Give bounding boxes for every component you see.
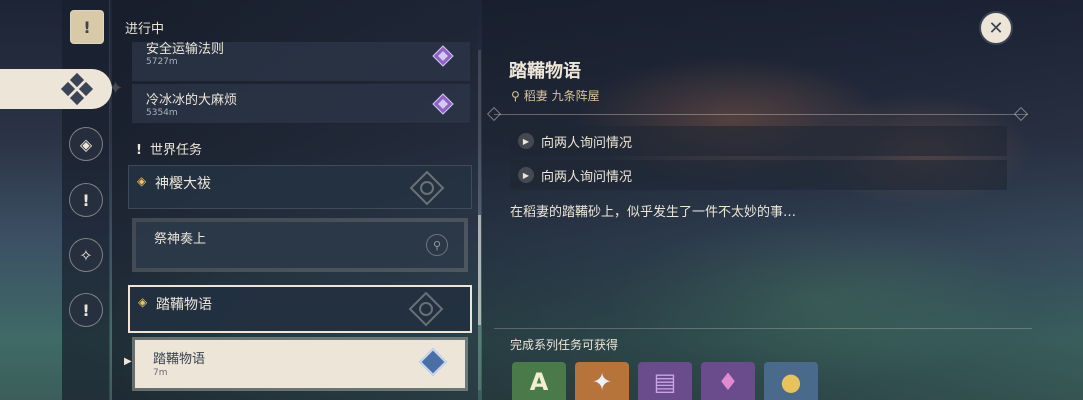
objective-text: 向两人询问情况 [541,170,633,185]
objective-row[interactable]: ▶ 向两人询问情况 [510,160,1007,190]
quest-group-title: 神樱大祓 [155,176,211,192]
play-icon: ▶ [518,133,534,149]
location-text: 稻妻 九条阵屋 [523,89,600,103]
quest-title: 安全运输法则 [146,42,225,57]
track-quest-icon[interactable] [418,347,448,377]
event-quest-icon[interactable]: ! [69,293,103,327]
purple-gem-icon [432,93,454,115]
adventure-exp-icon[interactable]: A [512,362,566,400]
sub-quest-item-active[interactable]: 踏鞴物语 7m [132,337,468,391]
quest-title: 冷冰冰的大麻烦 [146,93,238,108]
list-header: 进行中 [125,22,165,37]
objective-text: 向两人询问情况 [541,136,633,151]
story-quest-icon[interactable]: ◈ [69,127,103,161]
section-label: 世界任务 [149,143,202,158]
quest-distance: 5727m [146,57,178,67]
world-quest-icon[interactable]: ! [69,183,103,217]
quest-group-header-selected[interactable]: ◈ 踏鞴物语 [128,285,472,333]
sub-quest-card: 祭神奏上 ⚲ [136,222,464,268]
sub-quest-card: 踏鞴物语 7m [135,340,465,388]
rail-item-active[interactable] [0,69,112,109]
list-scroll-thumb[interactable] [478,215,481,325]
sub-quest-distance: 7m [153,368,168,378]
quest-diamond-icon: ◈ [137,174,147,188]
heros-wit-icon[interactable]: ▤ [638,362,692,400]
play-icon: ▶ [518,167,534,183]
mora-icon[interactable]: ● [764,362,818,400]
sub-quest-title: 踏鞴物语 [153,352,206,367]
inazuma-emblem-icon [408,291,444,327]
commission-icon[interactable]: ✧ [69,238,103,272]
detail-location: ⚲ 稻妻 九条阵屋 [511,87,600,104]
quest-category-rail: ! ✦ ◈ ! ✧ ! [0,0,123,400]
quest-scroll-icon[interactable]: ! [70,10,104,44]
section-world-quests: ! 世界任务 [136,139,202,158]
divider [494,114,1028,115]
inazuma-emblem-icon [409,170,445,206]
detail-title: 踏鞴物语 [509,61,581,82]
quest-group-title: 踏鞴物语 [156,297,212,313]
location-pin-icon: ⚲ [511,89,520,103]
sub-quest-title: 祭神奏上 [154,232,207,247]
archon-quest-icon [60,72,94,106]
divider [494,328,1032,329]
location-pin-icon[interactable]: ⚲ [426,234,448,256]
list-item[interactable]: 冷冰冰的大麻烦 5354m [132,84,470,124]
primogem-icon[interactable]: ✦ [575,362,629,400]
crystal-icon[interactable]: ♦ [701,362,755,400]
detail-description: 在稻妻的踏鞴砂上，似乎发生了一件不太妙的事… [510,205,797,220]
quest-group-header[interactable]: ◈ 神樱大祓 [128,165,472,209]
current-marker-icon: ▶ [124,356,132,367]
objective-row[interactable]: ▶ 向两人询问情况 [510,126,1007,156]
quest-diamond-icon: ◈ [138,295,148,309]
close-button[interactable]: ✕ [979,11,1013,45]
sub-quest-item[interactable]: 祭神奏上 ⚲ [132,218,468,272]
list-item[interactable]: 安全运输法则 5727m [132,42,470,82]
rewards-label: 完成系列任务可获得 [510,338,619,352]
exclamation-icon: ! [136,143,142,158]
purple-gem-icon [432,45,454,67]
quest-distance: 5354m [146,108,178,118]
